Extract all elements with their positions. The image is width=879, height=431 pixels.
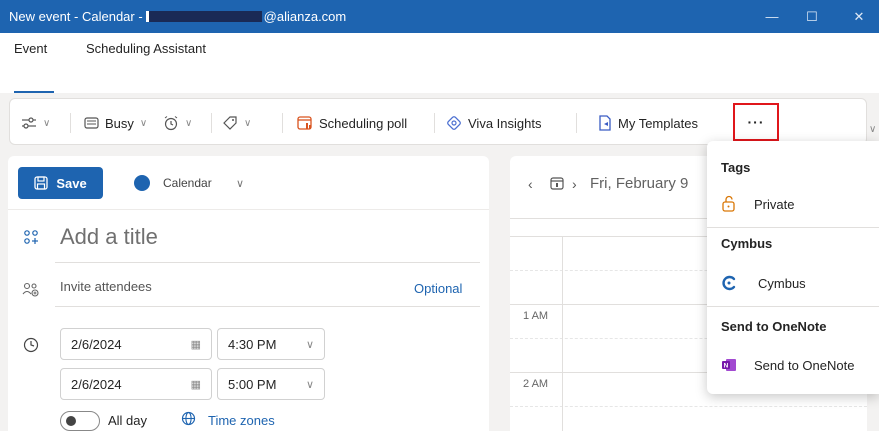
time-zones-link[interactable]: Time zones (208, 413, 275, 428)
chevron-down-icon: ∨ (305, 378, 314, 391)
menu-item-cymbus[interactable]: Cymbus (758, 276, 806, 291)
maximize-icon: ☐ (806, 8, 818, 24)
my-templates-label: My Templates (618, 115, 698, 131)
menu-divider (707, 306, 879, 307)
tab-scheduling-assistant[interactable]: Scheduling Assistant (86, 41, 206, 56)
more-options-icon: ··· (747, 114, 765, 130)
options-dropdown[interactable]: ∨ (21, 109, 50, 137)
svg-text:N: N (724, 363, 729, 370)
end-date-value: 2/6/2024 (71, 376, 122, 392)
save-icon (34, 176, 48, 190)
viva-insights-icon (447, 116, 461, 130)
tab-event[interactable]: Event (14, 41, 47, 56)
title-bar: New event - Calendar - @alianza.com — ☐ … (0, 0, 879, 33)
invite-divider (55, 306, 480, 307)
onenote-icon: N (721, 357, 737, 377)
viva-insights-label: Viva Insights (468, 115, 542, 131)
start-date-value: 2/6/2024 (71, 336, 122, 352)
all-day-label: All day (108, 413, 148, 428)
viva-insights-button[interactable]: Viva Insights (446, 109, 541, 137)
save-button[interactable]: Save (18, 167, 103, 199)
calendar-date-label: Fri, February 9 (590, 175, 689, 192)
chevron-down-icon: ∨ (305, 338, 314, 351)
hour-label: 2 AM (523, 378, 549, 390)
window-title: New event - Calendar - @alianza.com (0, 9, 346, 24)
expand-ribbon-chevron-icon[interactable]: ∨ (869, 124, 876, 135)
busy-status-icon (84, 117, 99, 129)
title-input[interactable]: Add a title (60, 224, 158, 250)
optional-attendees-link[interactable]: Optional (414, 281, 462, 296)
lock-icon (721, 195, 737, 216)
today-calendar-icon[interactable] (550, 176, 564, 193)
next-day-chevron-icon[interactable]: › (572, 176, 577, 192)
redacted-email (145, 11, 262, 22)
toggle-knob (66, 416, 76, 426)
chevron-down-icon: ∨ (185, 117, 193, 129)
chevron-down-icon: ∨ (139, 117, 148, 129)
end-time-field[interactable]: 5:00 PM ∨ (217, 368, 325, 400)
reminder-dropdown[interactable]: ∨ (163, 109, 192, 137)
categorize-dropdown[interactable]: ∨ (222, 109, 251, 137)
title-field-icon (17, 223, 45, 251)
chevron-down-icon: ∨ (244, 117, 252, 129)
chevron-down-icon: ∨ (43, 117, 51, 129)
invite-attendees-input[interactable]: Invite attendees (60, 279, 152, 294)
window-title-prefix: New event - Calendar - (9, 9, 143, 24)
maximize-button[interactable]: ☐ (792, 0, 832, 33)
start-time-field[interactable]: 4:30 PM ∨ (217, 328, 325, 360)
previous-day-chevron-icon[interactable]: ‹ (528, 176, 533, 192)
start-date-field[interactable]: 2/6/2024 ▦ (60, 328, 212, 360)
close-icon: ✕ (853, 8, 865, 24)
scheduling-poll-icon (297, 116, 312, 130)
title-divider (55, 262, 480, 263)
menu-item-private[interactable]: Private (754, 197, 794, 212)
tag-icon (223, 116, 237, 130)
busy-label: Busy (105, 115, 134, 131)
my-templates-button[interactable]: My Templates (598, 109, 698, 137)
all-day-toggle[interactable] (60, 411, 100, 431)
ribbon-divider (434, 113, 435, 133)
window-title-suffix: @alianza.com (263, 9, 347, 24)
attendees-icon (17, 275, 45, 303)
chevron-down-icon[interactable]: ∨ (236, 177, 244, 190)
time-gutter-divider (562, 236, 563, 431)
ribbon-divider (282, 113, 283, 133)
alarm-clock-icon (164, 116, 178, 131)
end-time-value: 5:00 PM (228, 376, 277, 392)
menu-section-tags: Tags (721, 160, 751, 175)
clock-icon (17, 331, 45, 359)
scheduling-poll-button[interactable]: Scheduling poll (297, 109, 407, 137)
calendar-color-dot (134, 175, 150, 191)
ribbon-divider (211, 113, 212, 133)
save-label: Save (56, 175, 87, 191)
start-time-value: 4:30 PM (228, 336, 277, 352)
cymbus-icon (721, 275, 737, 295)
more-options-button[interactable]: ··· (733, 103, 779, 141)
half-hour-line (510, 406, 867, 407)
close-button[interactable]: ✕ (839, 0, 879, 33)
menu-divider (707, 227, 879, 228)
ribbon-divider (70, 113, 71, 133)
calendar-picker-icon[interactable]: ▦ (191, 378, 201, 391)
globe-icon (181, 411, 196, 430)
ribbon-divider (576, 113, 577, 133)
add-title-icon (24, 230, 38, 244)
menu-section-send-to-onenote: Send to OneNote (721, 319, 827, 334)
busy-dropdown[interactable]: Busy ∨ (84, 109, 147, 137)
scheduling-poll-label: Scheduling poll (319, 115, 408, 131)
sliders-icon (22, 117, 36, 129)
menu-item-send-to-onenote[interactable]: Send to OneNote (754, 358, 854, 373)
menu-section-cymbus: Cymbus (721, 236, 773, 251)
active-tab-indicator (14, 91, 54, 93)
calendar-selector[interactable]: Calendar (163, 176, 212, 190)
minimize-icon: — (765, 9, 779, 24)
minimize-button[interactable]: — (752, 0, 792, 33)
end-date-field[interactable]: 2/6/2024 ▦ (60, 368, 212, 400)
calendar-picker-icon[interactable]: ▦ (191, 338, 201, 351)
hour-label: 1 AM (523, 310, 549, 322)
template-icon (599, 115, 611, 131)
